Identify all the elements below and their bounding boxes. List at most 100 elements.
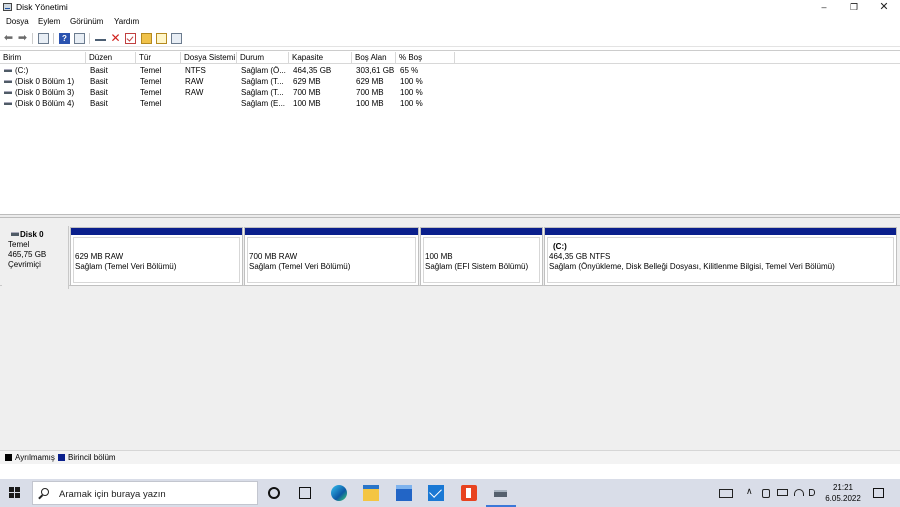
partition-status: Sağlam (Temel Veri Bölümü) [249, 262, 351, 271]
file-explorer-icon[interactable] [363, 485, 379, 501]
volume-list[interactable]: Birim Düzen Tür Dosya Sistemi Durum Kapa… [0, 50, 900, 214]
open-folder-icon[interactable] [156, 33, 167, 44]
cell-percent-free: 100 % [400, 77, 423, 86]
cell-type: Temel [140, 66, 162, 75]
microsoft-store-icon[interactable] [396, 485, 412, 501]
disk-management-taskbar-icon[interactable] [493, 485, 509, 501]
col-status[interactable]: Durum [237, 52, 289, 64]
disk-size: 465,75 GB [8, 250, 47, 259]
cell-volume: (Disk 0 Bölüm 3) [15, 88, 75, 97]
col-layout[interactable]: Düzen [86, 52, 136, 64]
toolbar: ⬅ ➡ ? ✕ [0, 30, 900, 47]
legend-unallocated: Ayrılmamış [15, 453, 55, 462]
cell-free-space: 100 MB [356, 99, 384, 108]
notifications-icon[interactable] [873, 488, 884, 498]
volume-icon[interactable] [809, 489, 815, 496]
help-icon[interactable]: ? [59, 33, 70, 44]
cell-free-space: 303,61 GB [356, 66, 394, 75]
window-title: Disk Yönetimi [16, 2, 68, 12]
battery-icon[interactable] [777, 489, 788, 496]
partition-c[interactable]: (C:) 464,35 GB NTFS Sağlam (Önyükleme, D… [544, 227, 897, 286]
partition-status: Sağlam (Önyükleme, Disk Belleği Dosyası,… [549, 262, 835, 271]
cell-capacity: 629 MB [293, 77, 321, 86]
col-capacity[interactable]: Kapasite [289, 52, 352, 64]
task-view-icon[interactable] [299, 487, 311, 499]
mail-icon[interactable] [428, 485, 444, 501]
col-percent-free[interactable]: % Boş [396, 52, 455, 64]
table-row[interactable]: (Disk 0 Bölüm 4) Basit Temel Sağlam (E..… [0, 98, 460, 109]
disk-management-app-icon [3, 3, 12, 11]
show-hidden-icons-chevron[interactable]: ∧ [746, 486, 753, 497]
close-button[interactable]: ✕ [869, 0, 899, 15]
cell-filesystem: NTFS [185, 66, 206, 75]
restore-button[interactable]: ❐ [839, 0, 869, 15]
disk-status: Çevrimiçi [8, 260, 41, 269]
table-row[interactable]: (C:) Basit Temel NTFS Sağlam (Ö... 464,3… [0, 65, 460, 76]
legend: Ayrılmamış Birincil bölüm [0, 450, 900, 464]
touch-keyboard-icon[interactable] [719, 489, 733, 498]
unallocated-swatch [5, 454, 12, 461]
menu-view[interactable]: Görünüm [70, 17, 103, 26]
legend-primary-partition: Birincil bölüm [68, 453, 116, 462]
cell-filesystem: RAW [185, 88, 204, 97]
back-arrow-icon[interactable]: ⬅ [3, 33, 14, 44]
disk-type: Temel [8, 240, 30, 249]
forward-arrow-icon[interactable]: ➡ [17, 33, 28, 44]
system-clock[interactable]: 21:21 6.05.2022 [822, 482, 864, 504]
cell-free-space: 629 MB [356, 77, 384, 86]
primary-partition-bar [545, 228, 896, 235]
table-row[interactable]: (Disk 0 Bölüm 1) Basit Temel RAW Sağlam … [0, 76, 460, 87]
menu-help[interactable]: Yardım [114, 17, 139, 26]
partition-1[interactable]: 629 MB RAW Sağlam (Temel Veri Bölümü) [70, 227, 243, 286]
partition-efi[interactable]: 100 MB Sağlam (EFI Sistem Bölümü) [420, 227, 543, 286]
clock-time: 21:21 [832, 483, 854, 492]
view-icon[interactable] [171, 33, 182, 44]
meet-now-icon[interactable] [762, 489, 770, 498]
cell-layout: Basit [90, 77, 108, 86]
col-free-space[interactable]: Boş Alan [352, 52, 396, 64]
col-type[interactable]: Tür [136, 52, 181, 64]
properties-icon[interactable] [74, 33, 85, 44]
partition-title: (C:) [553, 242, 567, 251]
new-folder-icon[interactable] [141, 33, 152, 44]
cortana-icon[interactable] [268, 487, 280, 499]
cell-percent-free: 100 % [400, 99, 423, 108]
partition-3[interactable]: 700 MB RAW Sağlam (Temel Veri Bölümü) [244, 227, 419, 286]
table-row[interactable]: (Disk 0 Bölüm 3) Basit Temel RAW Sağlam … [0, 87, 460, 98]
taskbar-search-box[interactable]: Aramak için buraya yazın [32, 481, 258, 505]
console-tree-icon[interactable] [38, 33, 49, 44]
toolbar-separator [32, 33, 33, 44]
cell-filesystem: RAW [185, 77, 204, 86]
cell-type: Temel [140, 88, 162, 97]
col-volume[interactable]: Birim [0, 52, 86, 64]
disk-graphical-view: Disk 0 Temel 465,75 GB Çevrimiçi 629 MB … [0, 218, 900, 450]
partition-status: Sağlam (Temel Veri Bölümü) [75, 262, 177, 271]
windows-start-icon[interactable] [9, 487, 21, 499]
cell-capacity: 700 MB [293, 88, 321, 97]
cell-percent-free: 100 % [400, 88, 423, 97]
cell-filesystem [185, 98, 235, 109]
office-icon[interactable] [461, 485, 477, 501]
cell-status: Sağlam (Ö... [241, 66, 286, 75]
delete-icon[interactable]: ✕ [110, 32, 121, 44]
col-filesystem[interactable]: Dosya Sistemi [181, 52, 237, 64]
cell-capacity: 100 MB [293, 99, 321, 108]
check-icon[interactable] [125, 33, 136, 44]
link-icon[interactable] [95, 35, 106, 41]
title-bar: Disk Yönetimi – ❐ ✕ [0, 0, 900, 15]
disk-row: Disk 0 Temel 465,75 GB Çevrimiçi 629 MB … [0, 222, 900, 289]
disk-label[interactable]: Disk 0 Temel 465,75 GB Çevrimiçi [2, 226, 69, 289]
cell-status: Sağlam (E... [241, 99, 286, 108]
minimize-button[interactable]: – [809, 0, 839, 15]
partition-size: 629 MB RAW [75, 252, 124, 261]
partition-size: 700 MB RAW [249, 252, 298, 261]
cell-layout: Basit [90, 88, 108, 97]
search-placeholder: Aramak için buraya yazın [59, 489, 166, 500]
primary-partition-bar [421, 228, 542, 235]
edge-browser-icon[interactable] [331, 485, 347, 501]
cell-layout: Basit [90, 66, 108, 75]
network-icon[interactable] [794, 489, 804, 496]
menu-action[interactable]: Eylem [38, 17, 60, 26]
cell-type: Temel [140, 77, 162, 86]
menu-file[interactable]: Dosya [6, 17, 29, 26]
